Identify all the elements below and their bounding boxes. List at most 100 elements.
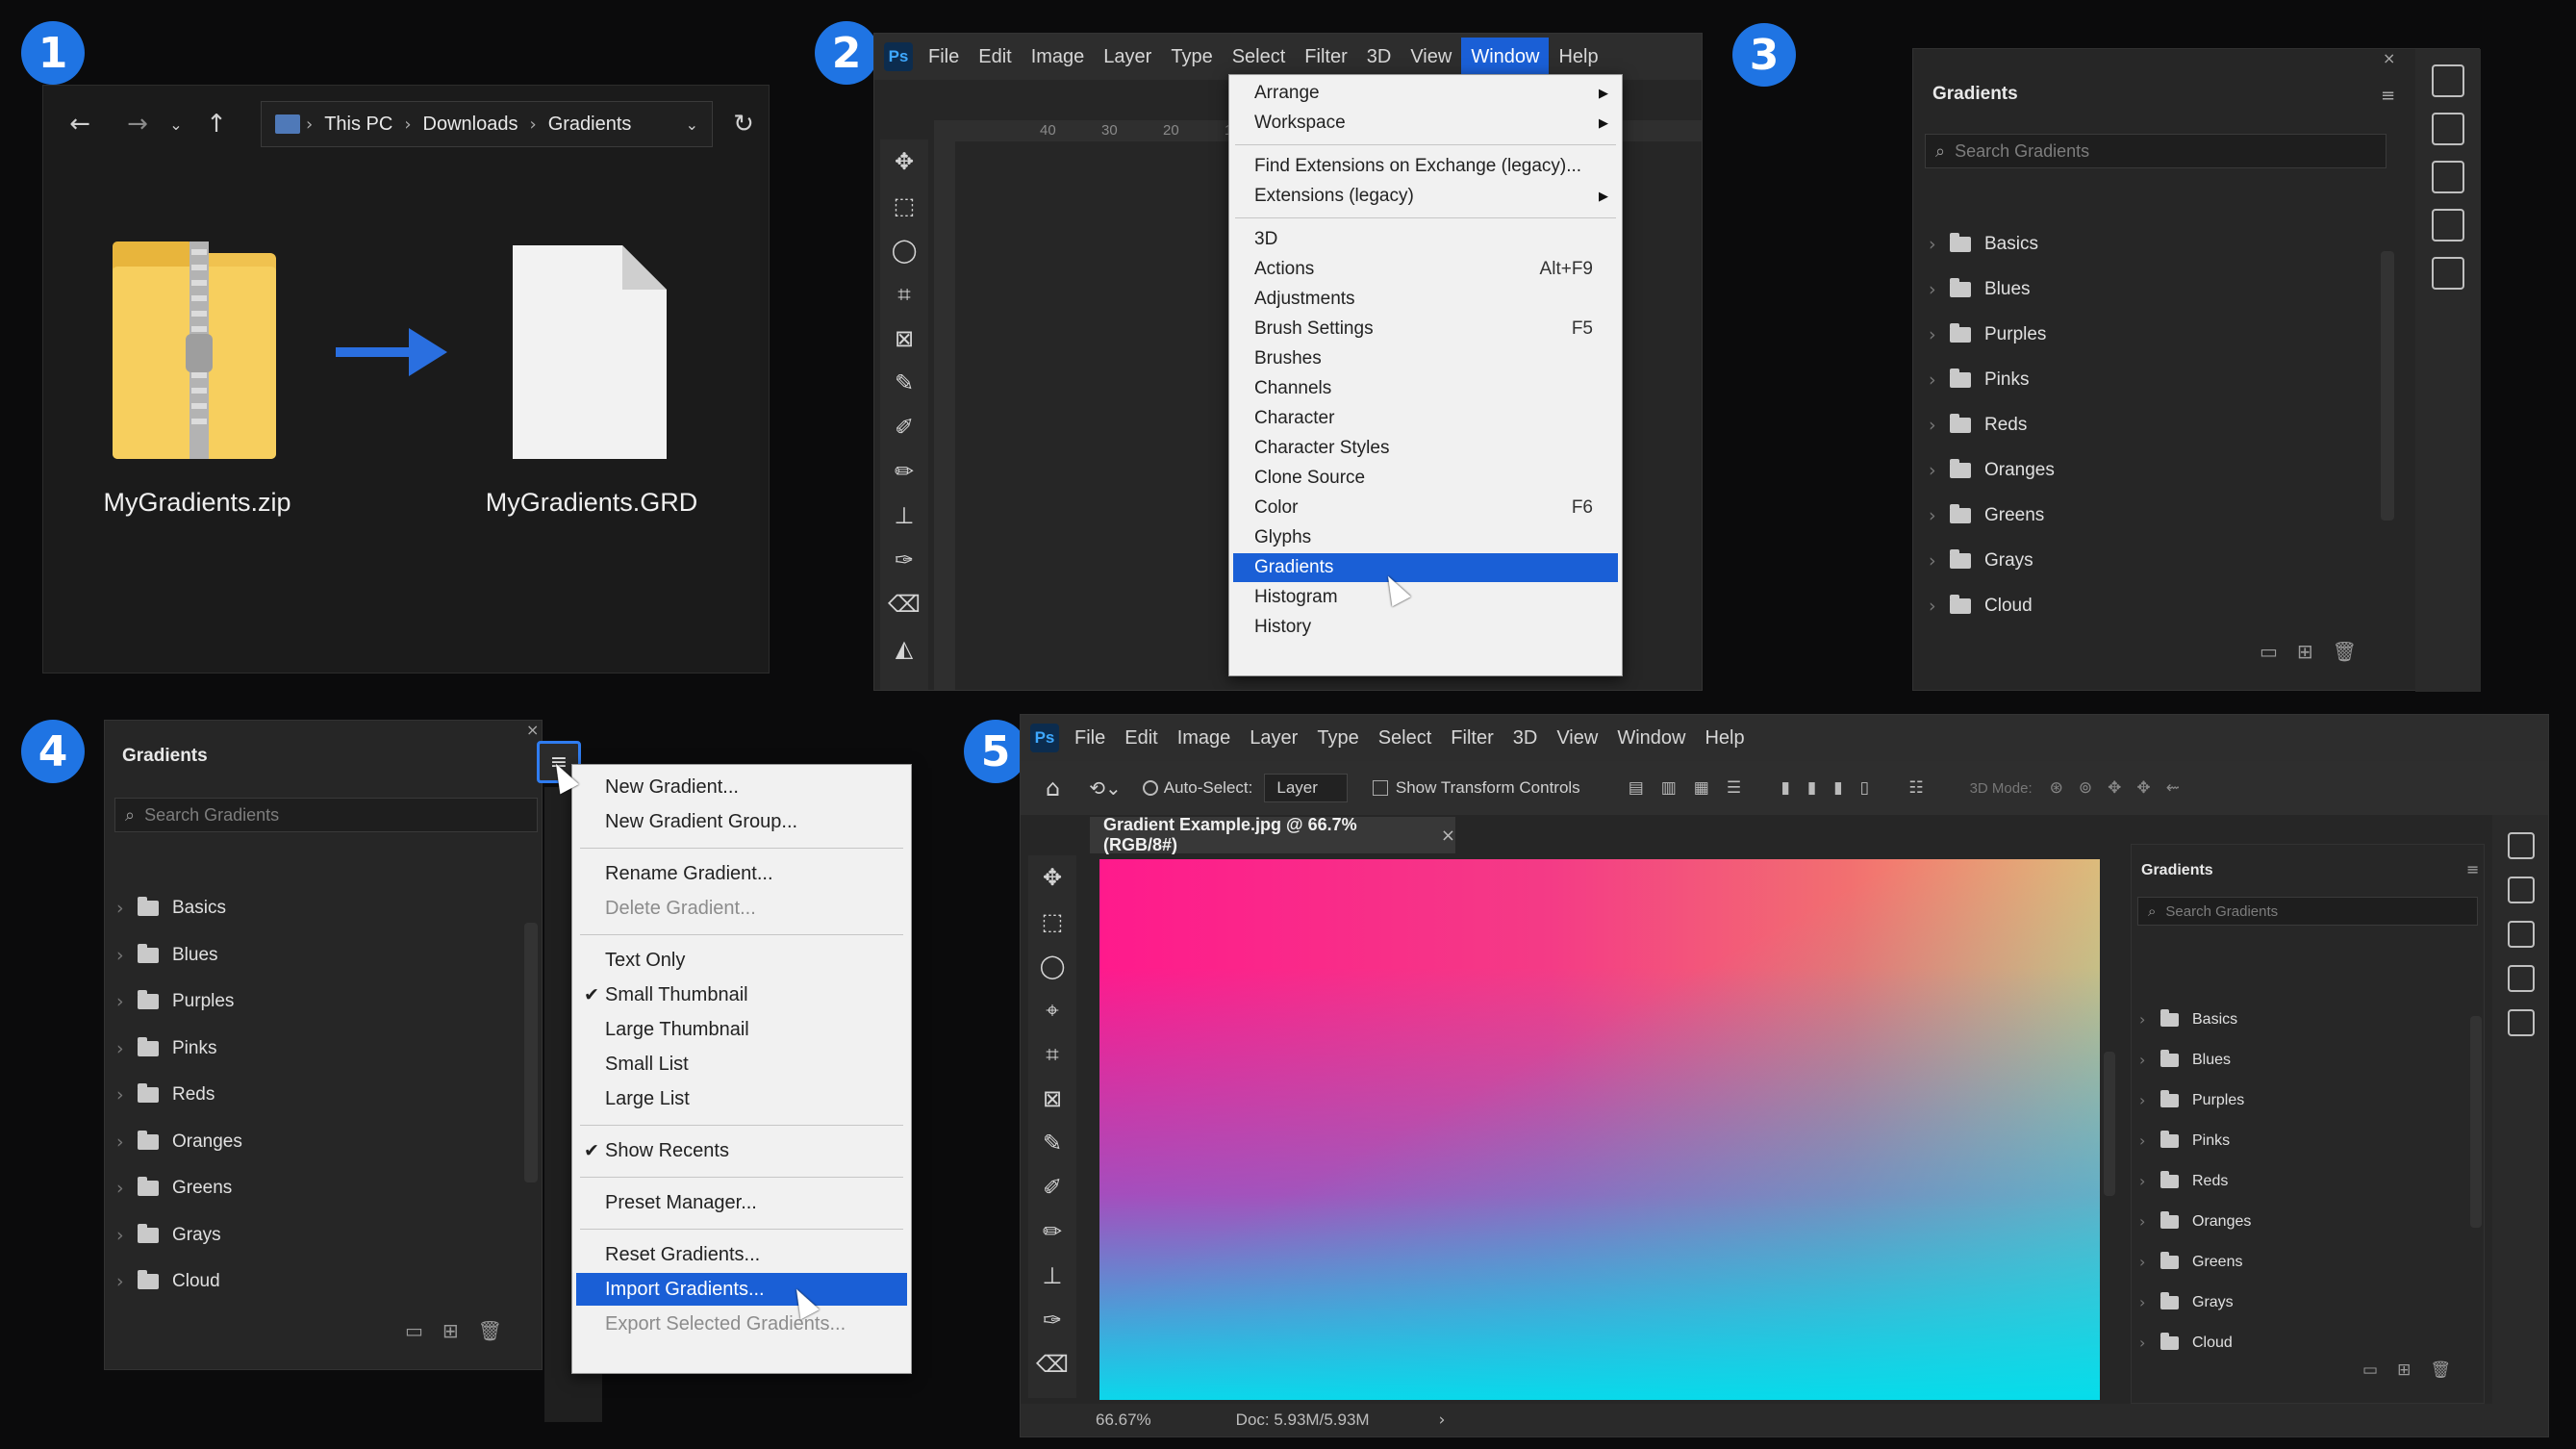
expand-chevron-icon[interactable]: › (2139, 1051, 2160, 1069)
gradient-folder-reds[interactable]: › Reds (116, 1083, 215, 1106)
breadcrumb-this-pc[interactable]: This PC (324, 114, 392, 136)
document-tab[interactable]: Gradient Example.jpg @ 66.7% (RGB/8#) × (1090, 815, 1455, 854)
flyout-menu-item[interactable]: ✔ Show Recents (576, 1134, 907, 1167)
flyout-menu-item[interactable]: ✔ Small Thumbnail (576, 979, 907, 1011)
forward-arrow-icon[interactable]: → (118, 105, 157, 143)
history-brush-icon[interactable]: ✑ (880, 538, 928, 582)
window-menu-item[interactable]: Channels (1233, 374, 1618, 403)
zip-file-label[interactable]: MyGradients.zip (63, 488, 332, 518)
menu-view[interactable]: View (1401, 38, 1461, 76)
menu-select[interactable]: Select (1223, 38, 1296, 76)
address-dropdown-icon[interactable]: ⌄ (686, 115, 698, 134)
window-menu-item[interactable]: Color F6 (1233, 494, 1618, 522)
gradient-folder-reds[interactable]: › Reds (1929, 414, 2027, 436)
expand-chevron-icon[interactable]: › (2139, 1172, 2160, 1190)
menu-filter[interactable]: Filter (1441, 719, 1503, 757)
marquee-tool-icon[interactable]: ⬚ (1028, 900, 1076, 944)
gradient-folder-oranges[interactable]: › Oranges (1929, 459, 2055, 481)
gradient-folder-purples[interactable]: › Purples (116, 990, 234, 1012)
flyout-menu-item[interactable]: New Gradient Group... (576, 805, 907, 838)
breadcrumb-downloads[interactable]: Downloads (423, 114, 518, 136)
frame-tool-icon[interactable]: ⊠ (1028, 1077, 1076, 1121)
gradients-search-input[interactable]: ⌕ Search Gradients (2137, 897, 2478, 926)
expand-chevron-icon[interactable]: › (116, 1271, 138, 1292)
brush-tool-icon[interactable]: ✏ (1028, 1209, 1076, 1254)
expand-chevron-icon[interactable]: › (2139, 1293, 2160, 1311)
zoom-level[interactable]: 66.67% (1096, 1411, 1151, 1430)
gradient-folder-pinks[interactable]: › Pinks (1929, 369, 2029, 391)
home-icon[interactable]: ⌂ (1046, 775, 1060, 801)
gradient-folder-oranges[interactable]: › Oranges (116, 1130, 242, 1153)
expand-chevron-icon[interactable]: › (116, 1084, 138, 1106)
side-panel-icon[interactable] (2508, 877, 2535, 903)
lasso-tool-icon[interactable]: ◯ (880, 228, 928, 272)
move-tool-icon[interactable]: ✥ (1028, 855, 1076, 900)
menu-window[interactable]: Window (1461, 38, 1550, 76)
healing-brush-icon[interactable]: ✐ (1028, 1165, 1076, 1209)
history-brush-icon[interactable]: ✑ (1028, 1298, 1076, 1342)
menu-select[interactable]: Select (1369, 719, 1442, 757)
gradient-folder-greens[interactable]: › Greens (116, 1177, 232, 1199)
side-panel-icon[interactable] (2432, 64, 2464, 97)
scrollbar[interactable] (2470, 1016, 2482, 1228)
side-panel-icon[interactable] (2508, 921, 2535, 948)
menu-3d[interactable]: 3D (1357, 38, 1402, 76)
expand-chevron-icon[interactable]: › (116, 991, 138, 1012)
panel-menu-icon[interactable]: ≡ (2381, 86, 2395, 106)
menu-file[interactable]: File (1065, 719, 1115, 757)
flyout-menu-item[interactable]: Rename Gradient... (576, 857, 907, 890)
auto-select-checkbox[interactable] (1142, 780, 1158, 796)
grd-file-label[interactable]: MyGradients.GRD (447, 488, 736, 518)
trash-icon[interactable]: 🗑 (478, 1319, 502, 1342)
expand-chevron-icon[interactable]: › (1929, 234, 1950, 255)
brush-tool-icon[interactable]: ✏ (880, 449, 928, 494)
side-panel-icon[interactable] (2432, 113, 2464, 145)
gradient-folder-basics[interactable]: › Basics (1929, 233, 2038, 255)
refresh-icon[interactable]: ↻ (724, 105, 763, 143)
window-menu-item[interactable]: Gradients (1233, 553, 1618, 582)
gradient-folder-oranges[interactable]: › Oranges (2139, 1210, 2251, 1231)
stamp-tool-icon[interactable]: ⊥ (880, 494, 928, 538)
window-menu-item[interactable]: Character Styles (1233, 434, 1618, 463)
expand-chevron-icon[interactable]: › (1929, 415, 1950, 436)
menu-help[interactable]: Help (1549, 38, 1607, 76)
menu-image[interactable]: Image (1168, 719, 1241, 757)
window-menu-item[interactable]: Histogram (1233, 583, 1618, 612)
back-arrow-icon[interactable]: ← (61, 105, 99, 143)
gradient-folder-cloud[interactable]: › Cloud (2139, 1332, 2233, 1352)
side-panel-icon[interactable] (2508, 1009, 2535, 1036)
panel-close-icon[interactable]: × (2383, 49, 2395, 67)
expand-chevron-icon[interactable]: › (2139, 1334, 2160, 1352)
gradients-search-input[interactable]: ⌕ Search Gradients (114, 798, 538, 832)
menu-type[interactable]: Type (1161, 38, 1222, 76)
address-bar[interactable]: › This PC › Downloads › Gradients ⌄ (261, 101, 713, 147)
new-gradient-icon[interactable]: ⊞ (2297, 640, 2313, 663)
panel-close-icon[interactable]: × (526, 721, 539, 739)
eyedropper-tool-icon[interactable]: ✎ (880, 361, 928, 405)
frame-tool-icon[interactable]: ⊠ (880, 317, 928, 361)
zip-folder-icon[interactable] (113, 242, 276, 459)
gradient-canvas[interactable] (1099, 859, 2100, 1400)
expand-chevron-icon[interactable]: › (2139, 1131, 2160, 1150)
document-tab-close-icon[interactable]: × (1441, 826, 1455, 846)
panel-menu-icon[interactable]: ≡ (2466, 860, 2479, 878)
crop-tool-icon[interactable]: ⌗ (1028, 1032, 1076, 1077)
menu-layer[interactable]: Layer (1094, 38, 1161, 76)
gradient-folder-cloud[interactable]: › Cloud (1929, 595, 2033, 617)
gradient-folder-pinks[interactable]: › Pinks (2139, 1130, 2230, 1150)
marquee-tool-icon[interactable]: ⬚ (880, 184, 928, 228)
window-menu-item[interactable]: Workspace ▶ (1233, 109, 1618, 138)
gradient-folder-purples[interactable]: › Purples (2139, 1089, 2244, 1109)
gradient-folder-reds[interactable]: › Reds (2139, 1170, 2228, 1190)
expand-chevron-icon[interactable]: › (2139, 1010, 2160, 1029)
menu-filter[interactable]: Filter (1295, 38, 1356, 76)
object-select-tool-icon[interactable]: ⌖ (1028, 988, 1076, 1032)
expand-chevron-icon[interactable]: › (116, 1225, 138, 1246)
stamp-tool-icon[interactable]: ⊥ (1028, 1254, 1076, 1298)
new-gradient-icon[interactable]: ⊞ (2397, 1360, 2411, 1380)
status-arrow-icon[interactable]: › (1439, 1411, 1446, 1430)
eyedropper-tool-icon[interactable]: ✎ (1028, 1121, 1076, 1165)
gradient-folder-grays[interactable]: › Grays (2139, 1291, 2234, 1311)
flyout-menu-item[interactable]: Preset Manager... (576, 1186, 907, 1219)
auto-select-dropdown[interactable]: Layer (1264, 774, 1348, 802)
